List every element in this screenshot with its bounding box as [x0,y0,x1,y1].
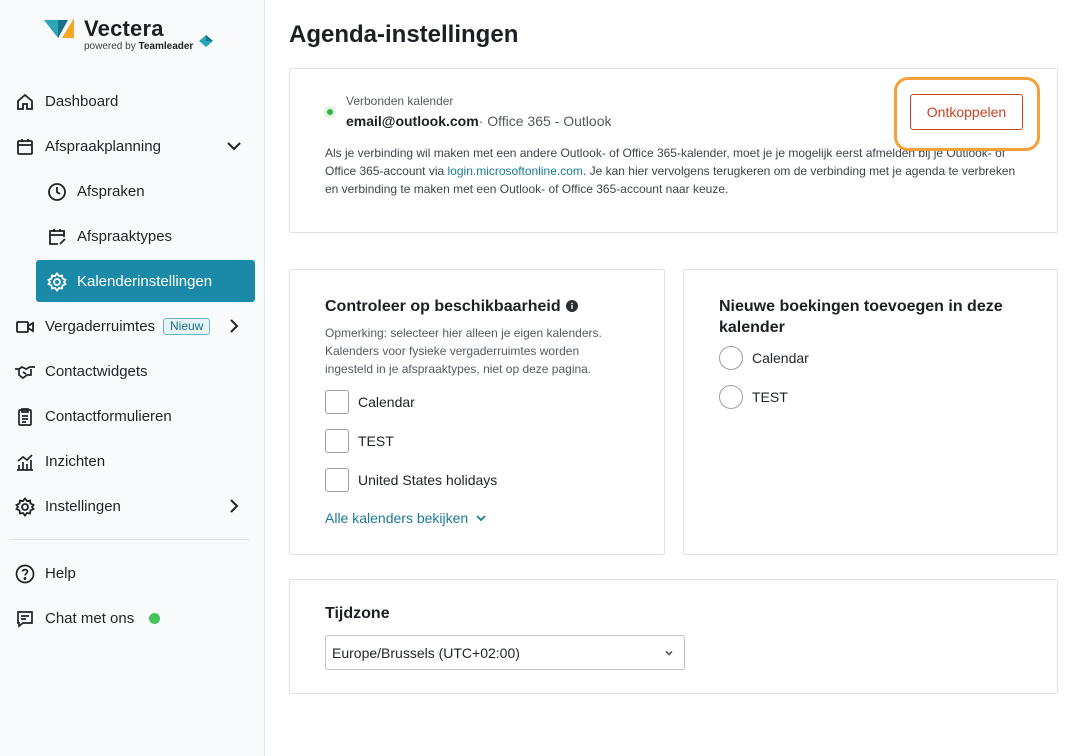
us-holidays-checkbox[interactable] [325,468,349,492]
sidebar-item-chat[interactable]: Chat met ons [0,598,265,638]
test-checkbox-row[interactable]: TEST [325,429,394,453]
gear-icon [14,496,36,518]
sidebar-item-label: Chat met ons [45,610,135,627]
calendar-checkbox[interactable] [325,390,349,414]
availability-title-text: Controleer op beschikbaarheid [325,298,561,315]
calendar-edit-icon [46,226,68,248]
sidebar-item-instellingen[interactable]: Instellingen [0,486,265,526]
connected-status-dot [324,106,336,118]
calendar-checkbox-label: Calendar [358,394,415,410]
brand-name: Vectera [84,16,164,41]
view-all-calendars-link[interactable]: Alle kalenders bekijken [325,510,488,526]
connected-calendar-label: Verbonden kalender [346,94,454,108]
availability-title: Controleer op beschikbaarheid [325,296,578,317]
sidebar-item-label: Contactwidgets [45,363,148,380]
connected-account: email@outlook.com· Office 365 - Outlook [346,113,611,129]
sidebar-item-label: Afspraken [77,183,145,200]
vectera-logo-icon [44,18,74,38]
view-all-calendars-label: Alle kalenders bekijken [325,510,469,526]
calendar-radio-row[interactable]: Calendar [719,346,809,370]
clock-icon [46,181,68,203]
sidebar-item-label: Instellingen [45,498,121,515]
main-content: Agenda-instellingen Verbonden kalender e… [265,0,1075,756]
calendar-radio[interactable] [719,346,743,370]
home-icon [14,91,36,113]
sidebar-item-contactwidgets[interactable]: Contactwidgets [0,351,265,391]
test-checkbox[interactable] [325,429,349,453]
us-holidays-checkbox-label: United States holidays [358,472,498,488]
connected-calendar-card: Verbonden kalender email@outlook.com· Of… [289,68,1058,233]
sidebar-item-label: Help [45,565,76,582]
handshake-icon [14,361,36,383]
sidebar-item-afspraakplanning[interactable]: Afspraakplanning [0,126,265,166]
help-icon [14,563,36,585]
timezone-value: Europe/Brussels (UTC+02:00) [332,644,520,661]
new-badge: Nieuw [163,318,211,335]
sidebar-item-vergaderruimtes[interactable]: Vergaderruimtes [0,306,265,346]
calendar-checkbox-row[interactable]: Calendar [325,390,415,414]
info-icon[interactable] [565,300,578,312]
sidebar-item-contactformulieren[interactable]: Contactformulieren [0,396,265,436]
test-radio-row[interactable]: TEST [719,385,788,409]
sidebar-item-label: Vergaderruimtes [45,318,156,335]
sidebar-item-inzichten[interactable]: Inzichten [0,441,265,481]
calendar-icon [14,136,36,158]
sidebar-item-label: Afspraakplanning [45,138,161,155]
chevron-down-icon[interactable] [225,137,243,155]
powered-by-prefix: powered by [84,41,136,52]
sidebar-item-dashboard[interactable]: Dashboard [0,81,265,121]
page-title: Agenda-instellingen [289,21,519,48]
sidebar-item-label: Kalenderinstellingen [77,273,213,290]
sidebar-divider [10,539,249,540]
sidebar-item-kalenderinstellingen[interactable]: Kalenderinstellingen [0,261,265,301]
form-icon [14,406,36,428]
timezone-select[interactable]: Europe/Brussels (UTC+02:00) [325,635,685,670]
sidebar-item-label: Dashboard [45,93,119,110]
chevron-right-icon[interactable] [225,317,243,335]
chevron-down-icon [665,650,673,656]
chat-icon [14,608,36,630]
sidebar-item-label: Contactformulieren [45,408,172,425]
availability-card: Controleer op beschikbaarheid Opmerking:… [289,269,665,555]
test-radio-label: TEST [752,389,788,405]
timezone-title: Tijdzone [325,605,390,622]
gear-icon [46,271,68,293]
disconnect-button[interactable]: Ontkoppelen [910,94,1023,130]
connection-description: Als je verbinding wil maken met een ande… [325,144,1025,198]
sidebar-item-label: Inzichten [45,453,106,470]
test-checkbox-label: TEST [358,433,394,449]
sidebar-item-afspraaktypes[interactable]: Afspraaktypes [0,216,265,256]
sidebar-item-help[interactable]: Help [0,553,265,593]
online-status-dot [149,613,160,624]
video-icon [14,316,36,338]
new-bookings-card: Nieuwe boekingen toevoegen in deze kalen… [683,269,1058,555]
sidebar-item-label: Afspraaktypes [77,228,173,245]
sidebar: Vectera powered by Teamleader Dashboard … [0,0,265,756]
teamleader-logo-icon [199,35,213,47]
chevron-right-icon[interactable] [225,497,243,515]
chevron-down-icon [476,515,486,522]
test-radio[interactable] [719,385,743,409]
brand-logo[interactable]: Vectera powered by Teamleader [44,16,224,56]
sidebar-item-afspraken[interactable]: Afspraken [0,171,265,211]
connected-provider: · Office 365 - Outlook [478,113,612,129]
powered-by: powered by Teamleader [84,41,193,52]
new-bookings-title: Nieuwe boekingen toevoegen in deze kalen… [719,298,1003,336]
availability-note: Opmerking: selecteer hier alleen je eige… [325,326,602,376]
microsoft-login-link[interactable]: login.microsoftonline.com [448,164,583,178]
connected-email: email@outlook.com [346,113,479,129]
us-holidays-checkbox-row[interactable]: United States holidays [325,468,497,492]
timezone-card: Tijdzone Europe/Brussels (UTC+02:00) [289,579,1058,694]
powered-by-brand: Teamleader [138,41,194,52]
calendar-radio-label: Calendar [752,350,809,366]
insights-icon [14,451,36,473]
